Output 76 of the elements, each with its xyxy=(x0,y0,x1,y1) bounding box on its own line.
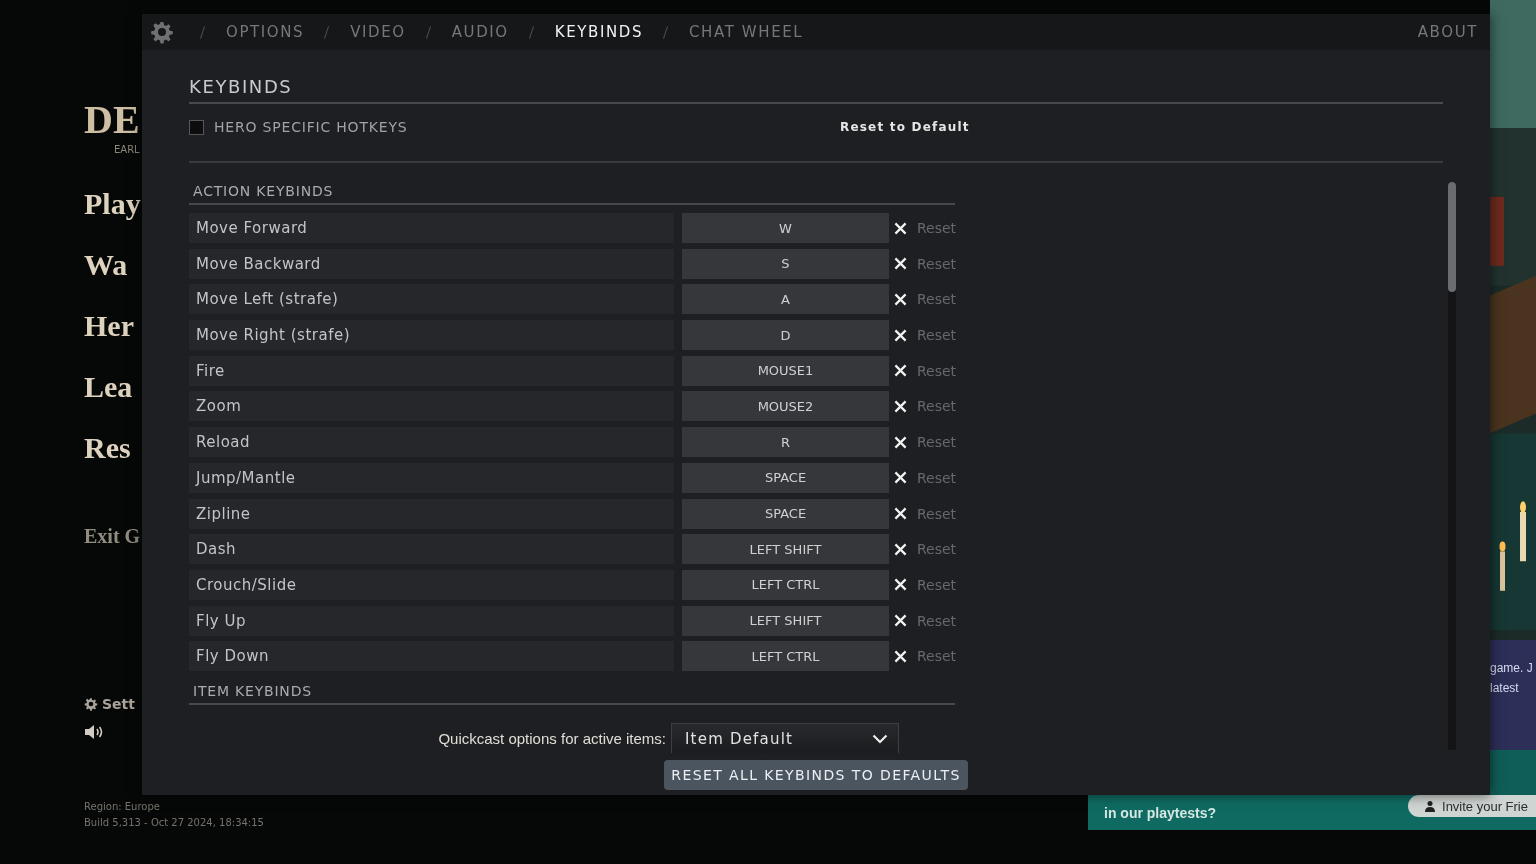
tab[interactable]: OPTIONS xyxy=(226,23,305,41)
about-tab[interactable]: ABOUT xyxy=(1417,23,1478,41)
section-heading: ACTION KEYBINDS xyxy=(189,179,955,205)
clear-icon[interactable] xyxy=(894,614,907,628)
promo-text: latest xyxy=(1490,680,1519,697)
clear-icon[interactable] xyxy=(894,435,907,449)
tab[interactable]: AUDIO xyxy=(451,23,509,41)
banner-text: in our playtests? xyxy=(1104,804,1217,821)
action-label: Crouch/Slide xyxy=(189,569,674,600)
action-label: Move Backward xyxy=(189,248,674,279)
tab[interactable]: CHAT WHEEL xyxy=(689,23,804,41)
main-menu-item[interactable]: Lea xyxy=(84,368,133,406)
clear-icon[interactable] xyxy=(894,399,907,413)
reset-all-button[interactable]: RESET ALL KEYBINDS TO DEFAULTS xyxy=(664,760,968,790)
action-label: Fire xyxy=(189,355,674,386)
key-binding[interactable]: D xyxy=(682,320,889,351)
action-label: Fly Up xyxy=(189,605,674,636)
action-label: Move Right (strafe) xyxy=(189,320,674,351)
key-binding[interactable]: R xyxy=(682,427,889,458)
clear-icon[interactable] xyxy=(894,542,907,556)
region-label: Region: Europe xyxy=(84,800,160,814)
action-label: Dash xyxy=(189,534,674,565)
main-menu-item[interactable]: Res xyxy=(84,429,131,467)
banner-panel xyxy=(1490,750,1536,795)
clear-icon[interactable] xyxy=(894,471,907,485)
action-label: Reload xyxy=(189,427,674,458)
invite-button[interactable]: Invite your Frie xyxy=(1408,795,1536,817)
checkbox-label: HERO SPECIFIC HOTKEYS xyxy=(214,119,409,135)
clear-icon[interactable] xyxy=(894,649,907,663)
key-binding[interactable]: MOUSE2 xyxy=(682,391,889,422)
clear-icon[interactable] xyxy=(894,364,907,378)
key-binding[interactable]: LEFT CTRL xyxy=(682,641,889,672)
exit-game-link[interactable]: Exit G xyxy=(84,525,141,548)
person-icon xyxy=(1424,800,1436,812)
key-binding[interactable]: S xyxy=(682,248,889,279)
clear-icon[interactable] xyxy=(894,507,907,520)
key-binding[interactable]: LEFT SHIFT xyxy=(682,534,889,565)
key-binding[interactable]: SPACE xyxy=(682,462,889,493)
quickcast-dropdown[interactable]: Item Default xyxy=(671,723,899,754)
tab[interactable]: VIDEO xyxy=(350,23,406,41)
speaker-icon[interactable] xyxy=(84,724,104,740)
main-menu-item[interactable]: Play xyxy=(84,185,141,223)
key-binding[interactable]: LEFT SHIFT xyxy=(682,605,889,636)
clear-icon[interactable] xyxy=(894,328,907,342)
action-label: Zoom xyxy=(189,391,674,422)
clear-icon[interactable] xyxy=(894,578,907,592)
key-binding[interactable]: A xyxy=(682,284,889,315)
key-binding[interactable]: MOUSE1 xyxy=(682,355,889,386)
promo-text: game. J xyxy=(1490,660,1533,677)
key-binding[interactable]: LEFT CTRL xyxy=(682,569,889,600)
action-label: Fly Down xyxy=(189,641,674,672)
page-title: KEYBINDS xyxy=(189,74,1443,104)
gear-icon xyxy=(84,697,98,711)
checkbox[interactable] xyxy=(189,119,204,135)
action-label: Move Forward xyxy=(189,213,674,243)
key-binding[interactable]: W xyxy=(682,213,889,243)
settings-link[interactable]: Sett xyxy=(102,696,135,712)
game-logo: DE xyxy=(84,100,140,140)
section-heading: ITEM KEYBINDS xyxy=(189,679,955,706)
tab[interactable]: KEYBINDS xyxy=(554,23,644,41)
action-label: Jump/Mantle xyxy=(189,462,674,493)
chevron-icon xyxy=(872,733,888,744)
logo-subtitle: EARL xyxy=(114,144,140,155)
scrollbar-thumb[interactable] xyxy=(1448,182,1456,292)
main-menu-item[interactable]: Wa xyxy=(84,246,128,284)
action-label: Zipline xyxy=(189,498,674,529)
gear-icon[interactable] xyxy=(150,20,174,44)
quickcast-label: Quickcast options for active items: xyxy=(438,729,666,747)
key-binding[interactable]: SPACE xyxy=(682,498,889,529)
build-label: Build 5,313 - Oct 27 2024, 18:34:15 xyxy=(84,816,264,830)
reset-to-default-link[interactable]: Reset to Default xyxy=(840,120,970,134)
clear-icon[interactable] xyxy=(894,292,907,306)
clear-icon[interactable] xyxy=(894,257,907,271)
clear-icon[interactable] xyxy=(894,221,907,235)
action-label: Move Left (strafe) xyxy=(189,284,674,315)
main-menu-item[interactable]: Her xyxy=(84,307,134,345)
